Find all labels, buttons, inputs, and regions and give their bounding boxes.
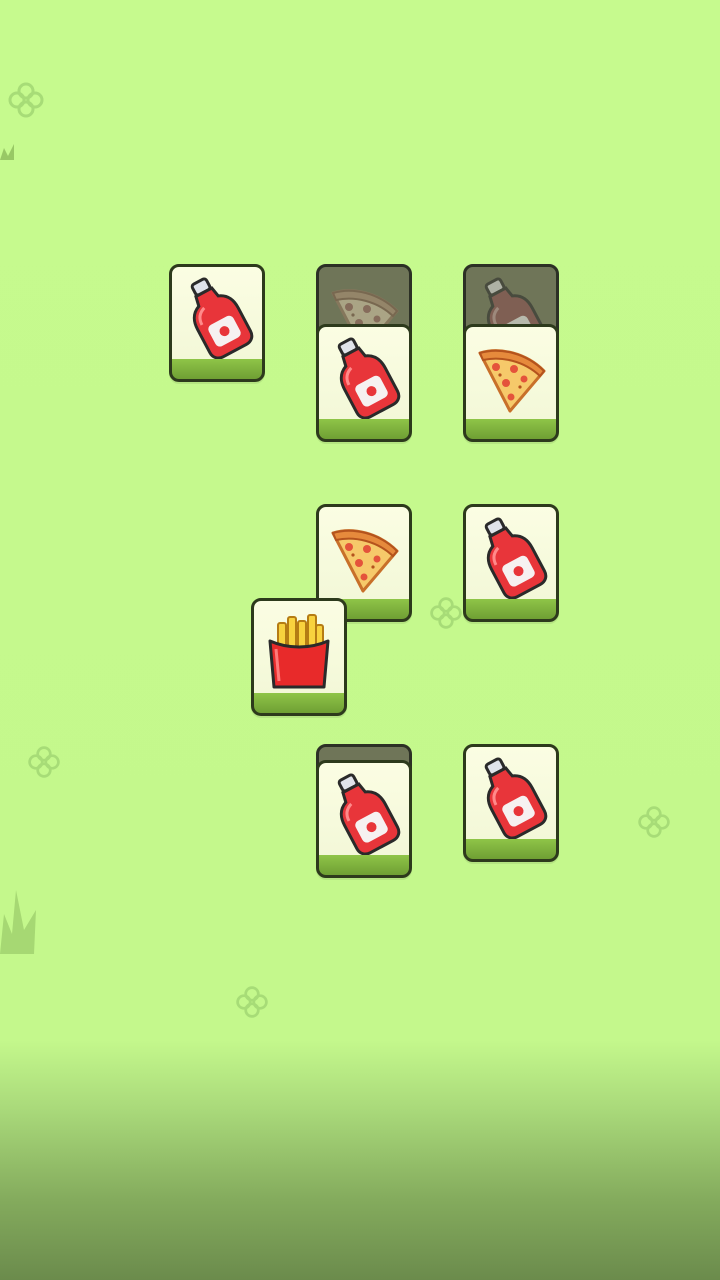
clover-decoration-icon bbox=[636, 804, 672, 840]
grass-tuft-icon bbox=[0, 144, 14, 160]
ketchup-bottle-icon bbox=[327, 769, 401, 855]
pizza-slice-icon bbox=[327, 513, 401, 599]
clover-decoration-icon bbox=[26, 744, 62, 780]
pizza-slice-icon bbox=[474, 333, 548, 419]
clover-decoration-icon bbox=[234, 984, 270, 1020]
game-board bbox=[0, 0, 720, 1280]
clover-decoration-icon bbox=[6, 80, 46, 120]
ketchup-bottle-icon bbox=[474, 513, 548, 599]
tile-ketchup[interactable] bbox=[316, 324, 412, 442]
tile-ketchup[interactable] bbox=[316, 760, 412, 878]
ketchup-bottle-icon bbox=[327, 333, 401, 419]
tile-fries[interactable] bbox=[251, 598, 347, 716]
tile-ketchup[interactable] bbox=[463, 744, 559, 862]
grass-tuft-icon bbox=[0, 890, 36, 954]
tile-ketchup[interactable] bbox=[463, 504, 559, 622]
ketchup-bottle-icon bbox=[474, 753, 548, 839]
clover-decoration-icon bbox=[428, 595, 464, 631]
tile-ketchup[interactable] bbox=[169, 264, 265, 382]
french-fries-icon bbox=[262, 607, 336, 693]
tile-pizza[interactable] bbox=[463, 324, 559, 442]
ketchup-bottle-icon bbox=[180, 273, 254, 359]
